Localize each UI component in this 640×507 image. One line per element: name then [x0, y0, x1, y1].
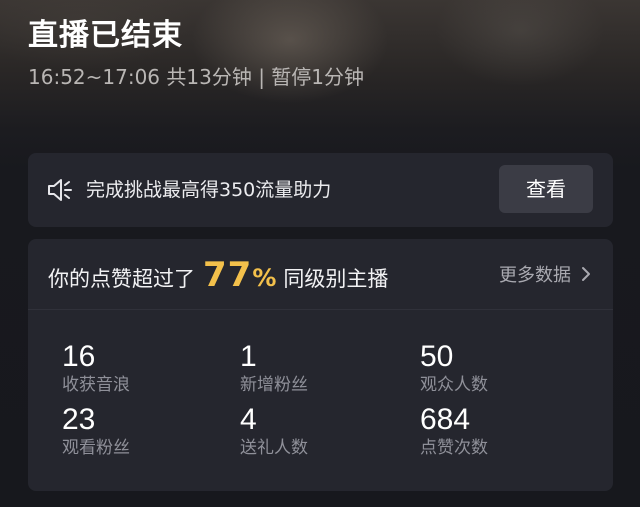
likes-percent: 77%: [203, 255, 277, 295]
stat-likes: 684 点赞次数: [420, 403, 580, 459]
stat-label: 新增粉丝: [240, 375, 308, 395]
stat-fan-viewers: 23 观看粉丝: [62, 403, 222, 459]
stat-value: 16: [62, 340, 96, 373]
stat-value: 23: [62, 403, 96, 436]
likes-suffix: 同级别主播: [283, 267, 389, 291]
stat-value: 1: [240, 340, 257, 373]
view-button[interactable]: 查看: [499, 165, 593, 213]
stat-label: 点赞次数: [420, 438, 488, 458]
stat-gifters: 4 送礼人数: [240, 403, 400, 459]
stat-viewers: 50 观众人数: [420, 340, 580, 396]
stat-value: 4: [240, 403, 257, 436]
stat-label: 观众人数: [420, 375, 488, 395]
live-duration: 16:52~17:06 共13分钟 | 暂停1分钟: [28, 65, 365, 89]
chevron-right-icon: [582, 267, 590, 281]
more-data-label: 更多数据: [499, 265, 571, 286]
stat-label: 观看粉丝: [62, 438, 130, 458]
stat-label: 收获音浪: [62, 375, 130, 395]
likes-prefix: 你的点赞超过了: [48, 267, 195, 291]
stat-label: 送礼人数: [240, 438, 308, 458]
stat-value: 684: [420, 403, 471, 436]
stat-income: 16 收获音浪: [62, 340, 222, 396]
divider: [28, 309, 613, 310]
challenge-notice-text: 完成挑战最高得350流量助力: [86, 179, 332, 201]
stat-value: 50: [420, 340, 454, 373]
header: 直播已结束 16:52~17:06 共13分钟 | 暂停1分钟: [28, 16, 364, 90]
stat-new-fans: 1 新增粉丝: [240, 340, 400, 396]
more-data-link[interactable]: 更多数据: [499, 261, 591, 287]
challenge-notice-card: 完成挑战最高得350流量助力 查看: [28, 153, 613, 227]
page-title: 直播已结束: [28, 18, 183, 53]
speaker-icon: [48, 179, 72, 201]
stats-card: 你的点赞超过了 77% 同级别主播 更多数据 16 收获音浪 1 新增粉丝 50…: [28, 239, 613, 491]
likes-percent-value: 77: [203, 255, 253, 295]
likes-rank-row: 你的点赞超过了 77% 同级别主播: [48, 255, 388, 295]
likes-percent-sign: %: [252, 264, 278, 292]
